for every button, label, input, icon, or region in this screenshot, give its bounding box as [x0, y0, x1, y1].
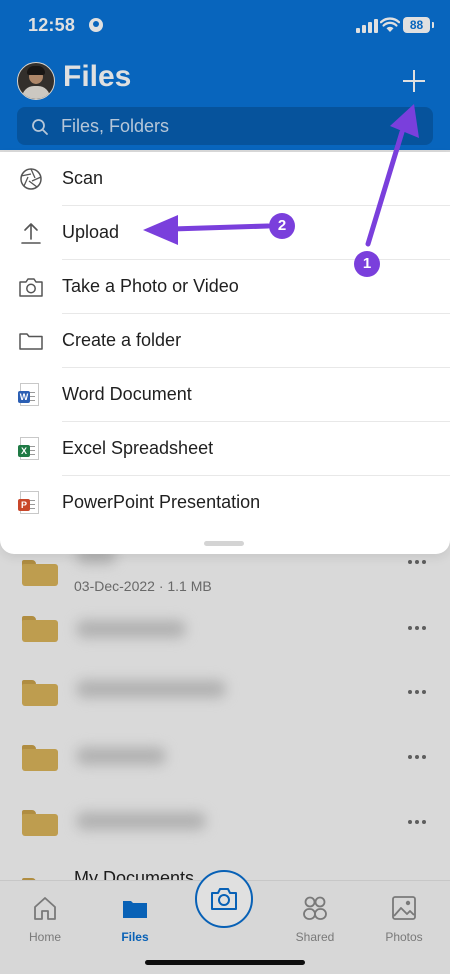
annotation-arrows	[143, 104, 419, 247]
arrow-2-head	[143, 215, 178, 245]
files-screen: 12:58 88 Files Files, Folders 03-Dec-202…	[0, 0, 450, 974]
arrow-2	[169, 223, 271, 232]
arrow-1-head	[390, 104, 419, 138]
arrow-1	[365, 129, 405, 247]
step-badge-2: 2	[269, 213, 295, 239]
step-badge-1: 1	[354, 251, 380, 277]
